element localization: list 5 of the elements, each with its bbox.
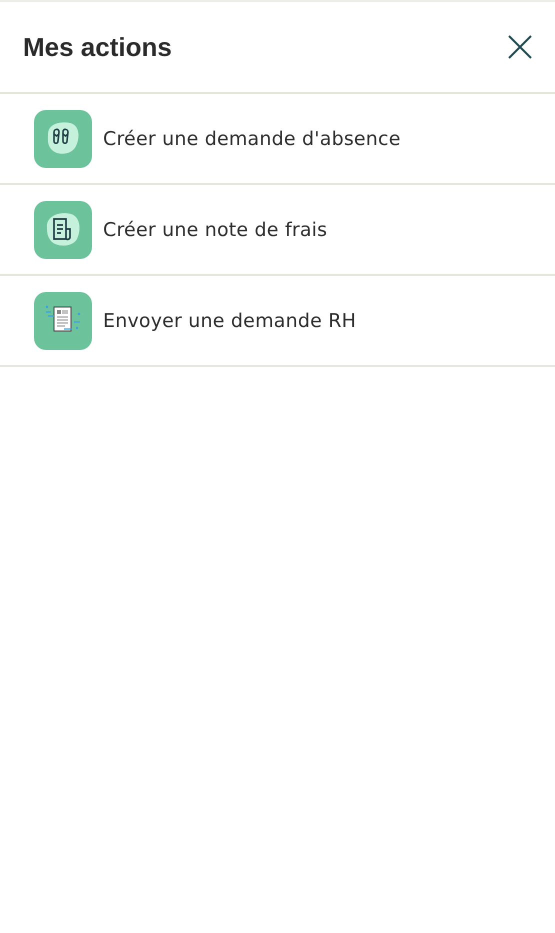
document-icon	[34, 292, 92, 350]
close-button[interactable]	[507, 34, 533, 60]
receipt-icon	[34, 200, 92, 258]
sandals-icon	[34, 110, 92, 168]
sheet-title: Mes actions	[23, 32, 172, 62]
